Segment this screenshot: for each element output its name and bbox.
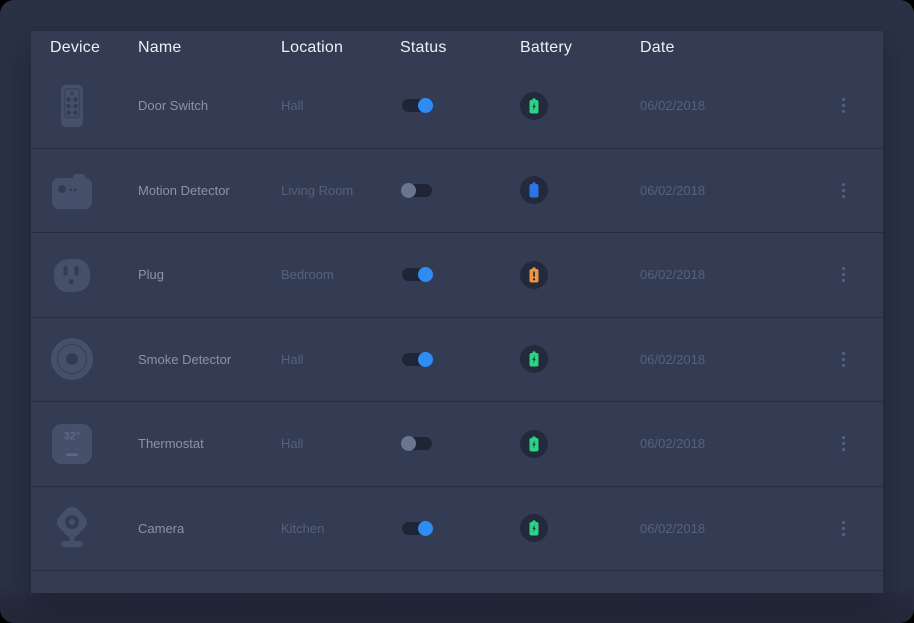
battery-charging-green-icon	[520, 514, 548, 542]
device-name: Motion Detector	[138, 183, 281, 198]
table-row: Smoke Detector Hall 06/02/2018	[31, 318, 883, 403]
battery-full-blue-icon	[520, 176, 548, 204]
column-header-date: Date	[640, 39, 821, 57]
column-header-location: Location	[281, 39, 400, 57]
device-date: 06/02/2018	[640, 521, 821, 536]
kebab-menu-icon[interactable]	[839, 433, 848, 454]
toggle-knob	[418, 521, 433, 536]
battery-charging-green-icon	[520, 345, 548, 373]
smoke-detector-icon	[50, 337, 94, 381]
battery-alert-orange-icon	[520, 261, 548, 289]
column-header-device: Device	[31, 39, 138, 57]
battery-charging-green-icon	[520, 92, 548, 120]
device-name: Smoke Detector	[138, 352, 281, 367]
toggle-knob	[401, 183, 416, 198]
kebab-menu-icon[interactable]	[839, 349, 848, 370]
device-date: 06/02/2018	[640, 98, 821, 113]
status-toggle[interactable]	[402, 522, 432, 535]
table-row: 32° Thermostat Hall 06/02/2018	[31, 402, 883, 487]
device-date: 06/02/2018	[640, 436, 821, 451]
table-body: Door Switch Hall 06/02/2018 Motion Detec…	[31, 64, 883, 571]
device-date: 06/02/2018	[640, 352, 821, 367]
column-header-status: Status	[400, 39, 520, 57]
remote-icon	[50, 84, 94, 128]
kebab-menu-icon[interactable]	[839, 518, 848, 539]
status-toggle[interactable]	[402, 184, 432, 197]
kebab-menu-icon[interactable]	[839, 264, 848, 285]
toggle-knob	[418, 267, 433, 282]
motion-detector-icon	[50, 168, 94, 212]
device-location: Living Room	[281, 183, 400, 198]
plug-icon	[50, 253, 94, 297]
table-header: Device Name Location Status Battery Date	[31, 31, 883, 64]
device-location: Hall	[281, 98, 400, 113]
device-name: Plug	[138, 267, 281, 282]
kebab-menu-icon[interactable]	[839, 180, 848, 201]
device-name: Door Switch	[138, 98, 281, 113]
device-location: Hall	[281, 436, 400, 451]
toggle-knob	[418, 98, 433, 113]
column-header-battery: Battery	[520, 39, 640, 57]
toggle-knob	[401, 436, 416, 451]
device-location: Bedroom	[281, 267, 400, 282]
svg-text:32°: 32°	[64, 430, 81, 442]
device-name: Thermostat	[138, 436, 281, 451]
device-date: 06/02/2018	[640, 183, 821, 198]
thermostat-icon: 32°	[50, 422, 94, 466]
device-name: Camera	[138, 521, 281, 536]
table-row: Motion Detector Living Room 06/02/2018	[31, 149, 883, 234]
device-table-card: Device Name Location Status Battery Date…	[31, 31, 883, 593]
status-toggle[interactable]	[402, 99, 432, 112]
kebab-menu-icon[interactable]	[839, 95, 848, 116]
table-row: Camera Kitchen 06/02/2018	[31, 487, 883, 572]
device-location: Kitchen	[281, 521, 400, 536]
table-row: Door Switch Hall 06/02/2018	[31, 64, 883, 149]
status-toggle[interactable]	[402, 353, 432, 366]
camera-icon	[50, 506, 94, 550]
status-toggle[interactable]	[402, 268, 432, 281]
table-row: Plug Bedroom 06/02/2018	[31, 233, 883, 318]
status-toggle[interactable]	[402, 437, 432, 450]
device-date: 06/02/2018	[640, 267, 821, 282]
column-header-name: Name	[138, 39, 281, 57]
app-window: Device Name Location Status Battery Date…	[0, 0, 914, 623]
toggle-knob	[418, 352, 433, 367]
battery-charging-green-icon	[520, 430, 548, 458]
device-location: Hall	[281, 352, 400, 367]
